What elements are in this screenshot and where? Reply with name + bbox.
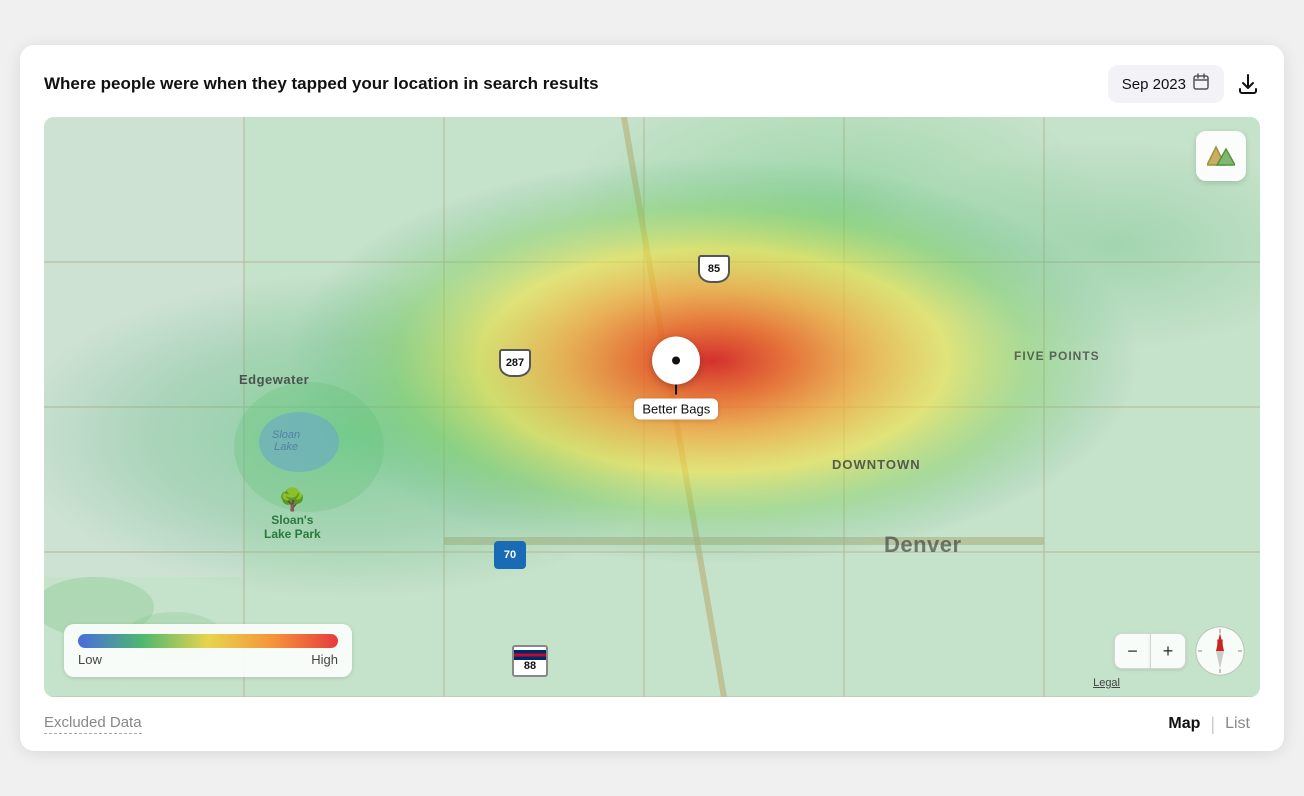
map-container[interactable]: SloanLake 🌳 Sloan'sLake Park Edgewater F… [44,117,1260,697]
pin-label: Better Bags [634,399,718,420]
pin-dot [672,357,680,365]
legend-high-label: High [311,652,338,667]
view-tabs: Map | List [1158,713,1260,735]
header-controls: Sep 2023 [1108,65,1260,103]
zoom-out-button[interactable]: − [1114,633,1150,669]
download-button[interactable] [1236,72,1260,96]
legal-link[interactable]: Legal [1093,677,1120,689]
pin-circle [652,337,700,385]
main-card: Where people were when they tapped your … [20,45,1284,751]
date-label: Sep 2023 [1122,76,1186,93]
legend-gradient-bar [78,634,338,648]
zoom-in-button[interactable]: + [1150,633,1186,669]
header: Where people were when they tapped your … [44,65,1260,103]
compass: N [1194,625,1246,677]
heatmap-legend: Low High [64,624,352,677]
sloan-lake [259,412,339,472]
legend-labels: Low High [78,652,338,667]
pin-stem [675,385,677,395]
location-pin: Better Bags [634,337,718,420]
page-title: Where people were when they tapped your … [44,74,599,94]
map-toggle-button[interactable] [1196,131,1246,181]
date-picker-button[interactable]: Sep 2023 [1108,65,1224,103]
tab-list[interactable]: List [1215,713,1260,735]
svg-text:N: N [1217,638,1224,648]
legend-low-label: Low [78,652,102,667]
calendar-icon [1192,73,1210,95]
tab-map[interactable]: Map [1158,713,1210,735]
excluded-data-link[interactable]: Excluded Data [44,714,142,734]
footer: Excluded Data Map | List [44,709,1260,735]
zoom-controls: − + [1114,633,1186,669]
